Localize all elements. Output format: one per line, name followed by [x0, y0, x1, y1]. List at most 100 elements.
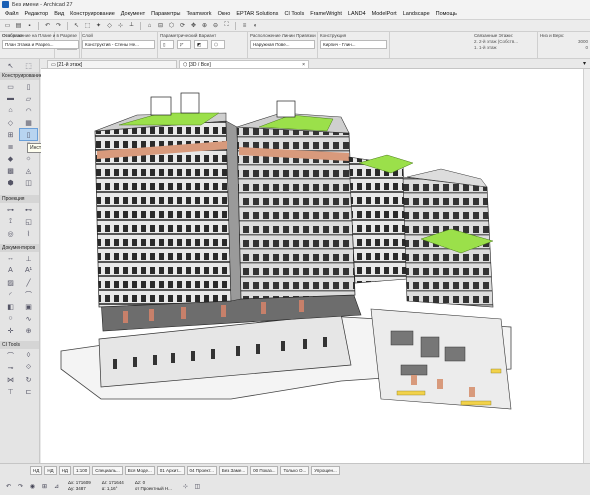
- menu-help[interactable]: Помощь: [433, 11, 460, 17]
- opening-tool-icon[interactable]: ◫: [20, 177, 37, 188]
- save-icon[interactable]: ▪: [25, 21, 34, 30]
- ci-pipe-tool-icon[interactable]: ⌒: [2, 350, 19, 361]
- structural-display-selector[interactable]: Только О...: [280, 466, 310, 475]
- wall-tool-icon[interactable]: ▭: [2, 81, 19, 92]
- 3d-viewport[interactable]: [41, 69, 583, 463]
- quick-option-1[interactable]: НД: [30, 466, 43, 475]
- layer-selector[interactable]: Конструктив - Стены Не...: [82, 40, 155, 49]
- elevation-tool-icon[interactable]: ⊷: [20, 204, 37, 215]
- toolbox-section-design[interactable]: Конструирование: [0, 72, 43, 80]
- change-tool-icon[interactable]: ⌇: [20, 228, 37, 239]
- shell-tool-icon[interactable]: ◠: [20, 105, 37, 116]
- marquee-icon[interactable]: ⬚: [83, 21, 92, 30]
- fill-tool-icon[interactable]: ▨: [2, 277, 19, 288]
- snap-points-icon[interactable]: ⊹: [181, 482, 190, 491]
- height-top-value[interactable]: 3000: [540, 39, 588, 44]
- menu-teamwork[interactable]: Teamwork: [184, 11, 215, 17]
- arrow-select-icon[interactable]: ↖: [2, 60, 19, 71]
- grid-snap-icon[interactable]: ⊞: [40, 482, 49, 491]
- arc-tool-icon[interactable]: ◜: [2, 289, 19, 300]
- interior-elevation-tool-icon[interactable]: ⟟: [2, 216, 19, 227]
- zoom-out-icon[interactable]: ⊖: [211, 21, 220, 30]
- ci-fitting-tool-icon[interactable]: ⟐: [20, 362, 37, 373]
- graphic-override-selector[interactable]: 00 Показ...: [250, 466, 279, 475]
- toolbox-section-document[interactable]: Документиров: [0, 244, 39, 252]
- undo-icon[interactable]: ↶: [43, 21, 52, 30]
- redo-icon[interactable]: ↷: [54, 21, 63, 30]
- dimension-tool-icon[interactable]: ↔: [2, 253, 19, 264]
- param-trapezoid-icon[interactable]: ⬡: [211, 40, 225, 49]
- mvo-selector[interactable]: 04 Проект...: [186, 466, 217, 475]
- detail-level-selector[interactable]: Упрощен...: [311, 466, 340, 475]
- level-dimension-tool-icon[interactable]: ⊥: [20, 253, 37, 264]
- label-tool-icon[interactable]: A¹: [20, 265, 37, 276]
- menu-window[interactable]: Окно: [215, 11, 234, 17]
- zone-tool-icon[interactable]: ▩: [2, 165, 19, 176]
- section-icon[interactable]: ⊟: [156, 21, 165, 30]
- reference-level[interactable]: от Проектный Н...: [135, 486, 172, 492]
- quick-option-2[interactable]: НД: [44, 466, 57, 475]
- roof-tool-icon[interactable]: ⌂: [2, 105, 19, 116]
- marquee-select-icon[interactable]: ⬚: [20, 60, 37, 71]
- magic-wand-icon[interactable]: ✦: [94, 21, 103, 30]
- floor-plan-icon[interactable]: ⌂: [145, 21, 154, 30]
- measure-icon[interactable]: ⟂: [127, 21, 136, 30]
- menu-eptar[interactable]: EPTAR Solutions: [233, 11, 281, 17]
- display-selector[interactable]: План Этажа и Разрез...: [2, 40, 79, 49]
- ci-valve-tool-icon[interactable]: ⋈: [2, 374, 19, 385]
- text-tool-icon[interactable]: A: [2, 265, 19, 276]
- grid-tool-icon[interactable]: ⊕: [20, 325, 37, 336]
- toolbox-section-viewpoints[interactable]: Проекция: [0, 195, 39, 203]
- polyline-tool-icon[interactable]: ⌒: [20, 289, 37, 300]
- ci-tee-tool-icon[interactable]: ⊤: [2, 386, 19, 397]
- snap-icon[interactable]: ◇: [105, 21, 114, 30]
- open-folder-icon[interactable]: ▤: [14, 21, 23, 30]
- param-slanted-icon[interactable]: ◸: [177, 40, 191, 49]
- figure-tool-icon[interactable]: ▣: [20, 301, 37, 312]
- slab-tool-icon[interactable]: ▱: [20, 93, 37, 104]
- navigator-icon[interactable]: ◉: [28, 482, 37, 491]
- circle-tool-icon[interactable]: ○: [2, 313, 19, 324]
- column-tool-icon[interactable]: ▯: [20, 81, 37, 92]
- ci-flange-tool-icon[interactable]: ⊸: [2, 362, 19, 373]
- quick-option-3[interactable]: НД: [58, 466, 71, 475]
- tab-3d[interactable]: ⬡ [3D / Все] ×: [179, 60, 309, 68]
- detail-tool-icon[interactable]: ◎: [2, 228, 19, 239]
- fit-window-icon[interactable]: ⛶: [222, 21, 231, 30]
- menu-design[interactable]: Конструирование: [67, 11, 118, 17]
- door-tool-icon[interactable]: ▯: [19, 128, 38, 141]
- worksheet-tool-icon[interactable]: ◱: [20, 216, 37, 227]
- guide-icon[interactable]: ⊹: [116, 21, 125, 30]
- menu-edit[interactable]: Редактор: [22, 11, 52, 17]
- height-bottom-value[interactable]: 0: [540, 45, 588, 50]
- arrow-tool-icon[interactable]: ↖: [72, 21, 81, 30]
- orbit-icon[interactable]: ⟳: [178, 21, 187, 30]
- floor-top-value[interactable]: 2. 2-й этаж (Собств...: [474, 39, 535, 44]
- 3d-view-icon[interactable]: ⬡: [167, 21, 176, 30]
- redo-small-icon[interactable]: ↷: [16, 482, 25, 491]
- object-tool-icon[interactable]: ◆: [2, 153, 19, 164]
- vertical-scrollbar[interactable]: [583, 69, 590, 463]
- layer-combo-selector[interactable]: Специаль...: [92, 466, 123, 475]
- floor-bottom-value[interactable]: 1. 1-й этаж: [474, 45, 535, 50]
- lamp-tool-icon[interactable]: ☼: [20, 153, 37, 164]
- pan-icon[interactable]: ✥: [189, 21, 198, 30]
- morph-tool-icon[interactable]: ⬢: [2, 177, 19, 188]
- menu-landscape[interactable]: Landscape: [400, 11, 433, 17]
- menu-options[interactable]: Параметры: [148, 11, 183, 17]
- curtain-wall-tool-icon[interactable]: ▦: [20, 117, 37, 128]
- spline-tool-icon[interactable]: ∿: [20, 313, 37, 324]
- param-wall-icon[interactable]: ▯: [160, 40, 174, 49]
- menu-framewright[interactable]: FrameWright: [307, 11, 345, 17]
- scale-selector[interactable]: 1:100: [72, 466, 91, 475]
- line-tool-icon[interactable]: ╱: [20, 277, 37, 288]
- hotspot-tool-icon[interactable]: ✛: [2, 325, 19, 336]
- stair-tool-icon[interactable]: ≣: [2, 141, 19, 152]
- layers-icon[interactable]: ≡: [240, 21, 249, 30]
- mesh-tool-icon[interactable]: ◬: [20, 165, 37, 176]
- menu-document[interactable]: Документ: [118, 11, 148, 17]
- ci-bend-tool-icon[interactable]: ↻: [20, 374, 37, 385]
- pen-set-selector[interactable]: 01 Архит...: [156, 466, 185, 475]
- param-complex-icon[interactable]: ◩: [194, 40, 208, 49]
- undo-small-icon[interactable]: ↶: [4, 482, 13, 491]
